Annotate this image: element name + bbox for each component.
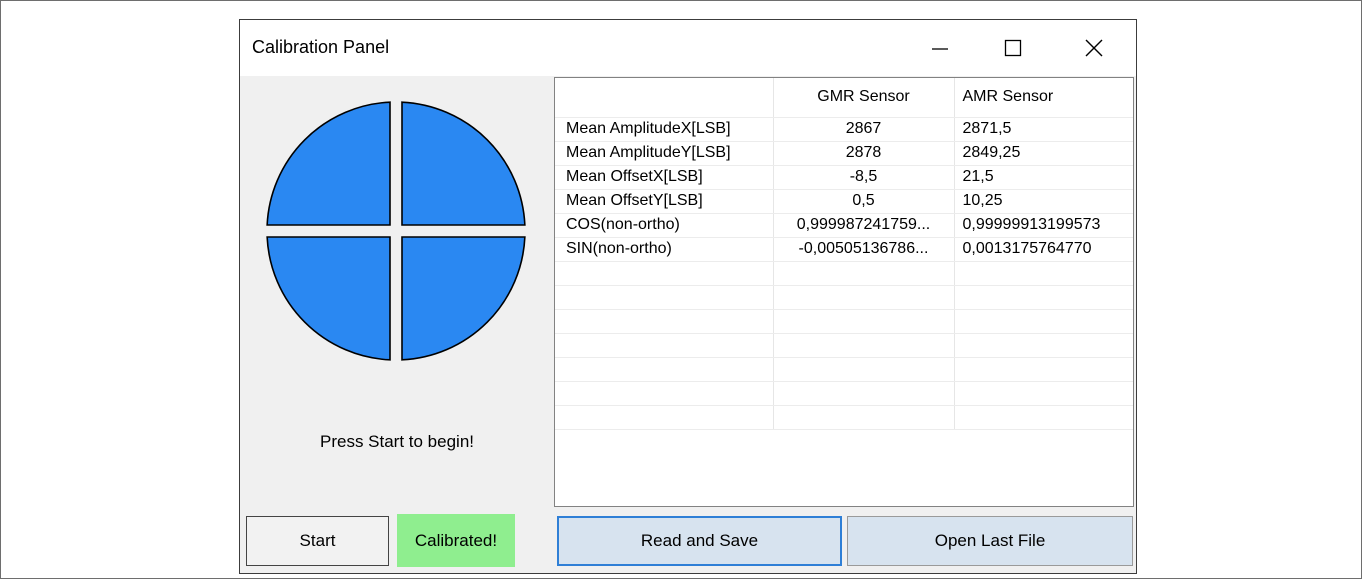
- quadrant-top-right: [401, 101, 526, 226]
- calibrated-status-button[interactable]: Calibrated!: [397, 514, 515, 567]
- cell-parameter[interactable]: SIN(non-ortho): [555, 237, 774, 262]
- table-row-empty[interactable]: [555, 357, 1133, 382]
- empty-cell[interactable]: [954, 261, 1133, 286]
- empty-cell[interactable]: [954, 381, 1133, 406]
- cell-gmr-value[interactable]: 0,999987241759...: [773, 213, 955, 238]
- empty-cell[interactable]: [773, 261, 955, 286]
- quadrant-bottom-left: [266, 236, 391, 361]
- table-row[interactable]: Mean OffsetY[LSB] 0,5 10,25: [555, 189, 1133, 214]
- results-table: GMR Sensor AMR Sensor Mean AmplitudeX[LS…: [555, 78, 1133, 430]
- maximize-button[interactable]: [985, 20, 1041, 76]
- cell-amr-value[interactable]: 21,5: [954, 165, 1133, 190]
- table-row-empty[interactable]: [555, 309, 1133, 334]
- empty-cell[interactable]: [773, 357, 955, 382]
- empty-cell[interactable]: [954, 405, 1133, 430]
- calibration-window: Calibration Panel Press Start to begin!: [239, 19, 1137, 574]
- empty-cell[interactable]: [954, 357, 1133, 382]
- empty-cell[interactable]: [954, 285, 1133, 310]
- table-row-empty[interactable]: [555, 381, 1133, 406]
- cell-amr-value[interactable]: 0,0013175764770: [954, 237, 1133, 262]
- empty-cell[interactable]: [773, 309, 955, 334]
- indicator-panel: Press Start to begin!: [240, 76, 554, 506]
- window-title: Calibration Panel: [252, 37, 390, 57]
- cell-amr-value[interactable]: 10,25: [954, 189, 1133, 214]
- column-header-amr[interactable]: AMR Sensor: [954, 78, 1133, 118]
- read-and-save-button[interactable]: Read and Save: [557, 516, 842, 566]
- table-row[interactable]: SIN(non-ortho) -0,00505136786... 0,0013175…: [555, 237, 1133, 262]
- close-icon: [1085, 39, 1103, 57]
- empty-cell[interactable]: [773, 405, 955, 430]
- cell-gmr-value[interactable]: 2878: [773, 141, 955, 166]
- table-row[interactable]: Mean OffsetX[LSB] -8,5 21,5: [555, 165, 1133, 190]
- cell-gmr-value[interactable]: 2867: [773, 117, 955, 142]
- status-message: Press Start to begin!: [319, 432, 475, 451]
- table-row-empty[interactable]: [555, 405, 1133, 430]
- cell-amr-value[interactable]: 2871,5: [954, 117, 1133, 142]
- cell-parameter[interactable]: Mean AmplitudeX[LSB]: [555, 117, 774, 142]
- empty-cell[interactable]: [954, 309, 1133, 334]
- empty-cell[interactable]: [773, 333, 955, 358]
- empty-cell[interactable]: [555, 261, 774, 286]
- empty-cell[interactable]: [954, 333, 1133, 358]
- table-row-empty[interactable]: [555, 261, 1133, 286]
- cell-parameter[interactable]: Mean OffsetX[LSB]: [555, 165, 774, 190]
- title-bar: Calibration Panel: [240, 20, 1136, 76]
- cell-parameter[interactable]: Mean AmplitudeY[LSB]: [555, 141, 774, 166]
- column-header-label[interactable]: [555, 78, 774, 118]
- empty-cell[interactable]: [555, 357, 774, 382]
- empty-cell[interactable]: [555, 405, 774, 430]
- table-row-empty[interactable]: [555, 333, 1133, 358]
- table-row[interactable]: Mean AmplitudeY[LSB] 2878 2849,25: [555, 141, 1133, 166]
- close-button[interactable]: [1066, 20, 1122, 76]
- table-row[interactable]: COS(non-ortho) 0,999987241759... 0,9999991…: [555, 213, 1133, 238]
- empty-cell[interactable]: [773, 285, 955, 310]
- cell-gmr-value[interactable]: 0,5: [773, 189, 955, 214]
- quadrant-indicator: [266, 101, 526, 361]
- cell-gmr-value[interactable]: -8,5: [773, 165, 955, 190]
- cell-parameter[interactable]: COS(non-ortho): [555, 213, 774, 238]
- results-grid[interactable]: GMR Sensor AMR Sensor Mean AmplitudeX[LS…: [554, 77, 1134, 507]
- empty-cell[interactable]: [555, 381, 774, 406]
- empty-cell[interactable]: [555, 309, 774, 334]
- empty-cell[interactable]: [555, 333, 774, 358]
- cell-amr-value[interactable]: 2849,25: [954, 141, 1133, 166]
- minimize-button[interactable]: [912, 20, 968, 76]
- quadrant-top-left: [266, 101, 391, 226]
- table-row-empty[interactable]: [555, 285, 1133, 310]
- cell-parameter[interactable]: Mean OffsetY[LSB]: [555, 189, 774, 214]
- open-last-file-button[interactable]: Open Last File: [847, 516, 1133, 566]
- column-header-gmr[interactable]: GMR Sensor: [773, 78, 955, 118]
- table-row[interactable]: Mean AmplitudeX[LSB] 2867 2871,5: [555, 117, 1133, 142]
- maximize-icon: [1004, 39, 1022, 57]
- cell-amr-value[interactable]: 0,99999913199573: [954, 213, 1133, 238]
- header-row: GMR Sensor AMR Sensor: [555, 78, 1133, 118]
- minimize-icon: [932, 48, 948, 50]
- empty-cell[interactable]: [555, 285, 774, 310]
- cell-gmr-value[interactable]: -0,00505136786...: [773, 237, 955, 262]
- quadrant-bottom-right: [401, 236, 526, 361]
- empty-cell[interactable]: [773, 381, 955, 406]
- start-button[interactable]: Start: [246, 516, 389, 566]
